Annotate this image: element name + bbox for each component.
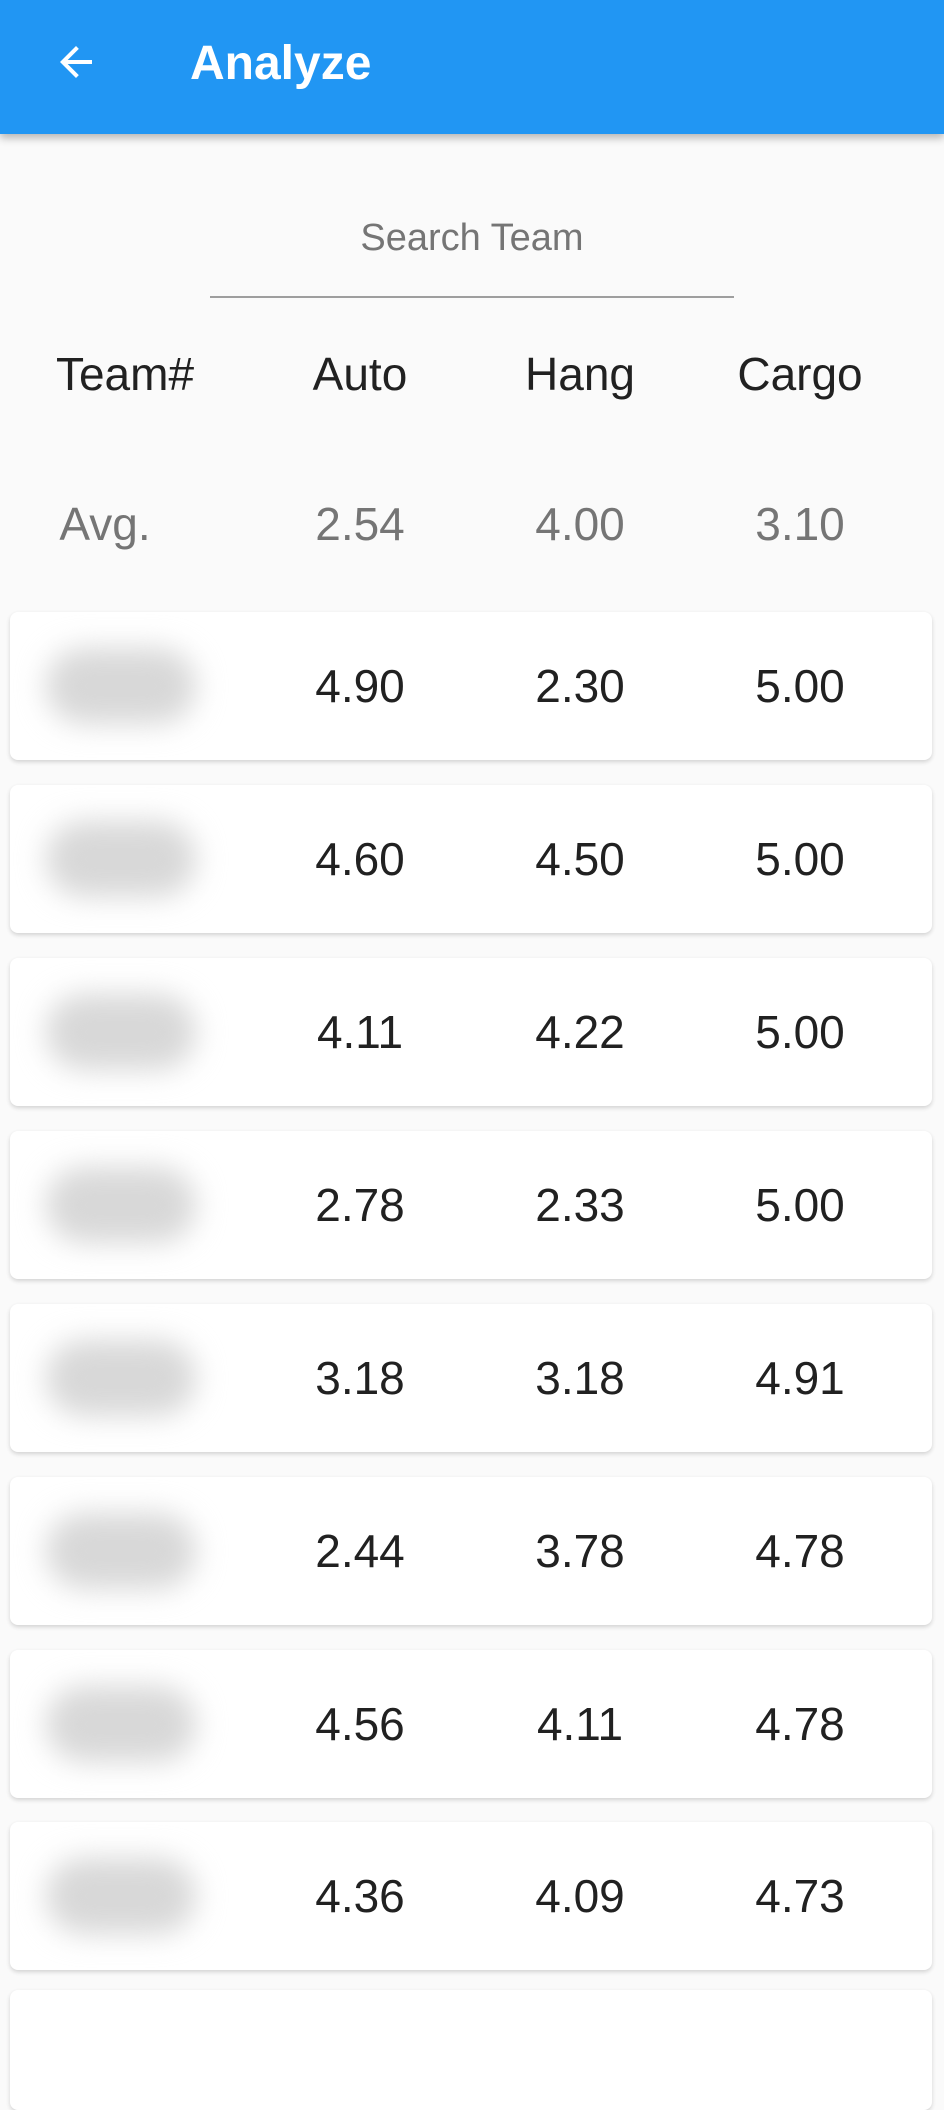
team-auto: 4.56 bbox=[315, 1698, 405, 1750]
team-cargo: 4.91 bbox=[755, 1352, 845, 1404]
team-hang: 3.78 bbox=[535, 1525, 625, 1577]
team-auto: 3.18 bbox=[315, 1352, 405, 1404]
team-row-card-partial[interactable] bbox=[10, 1990, 932, 2110]
team-auto: 2.44 bbox=[315, 1525, 405, 1577]
team-hang: 2.30 bbox=[535, 660, 625, 712]
team-number-redacted bbox=[46, 648, 196, 724]
team-auto: 4.60 bbox=[315, 833, 405, 885]
team-auto: 4.36 bbox=[315, 1870, 405, 1922]
team-row-card[interactable]: 4.56 4.11 4.78 bbox=[10, 1650, 932, 1798]
team-row-card[interactable]: 2.44 3.78 4.78 bbox=[10, 1477, 932, 1625]
page-title: Analyze bbox=[190, 37, 372, 90]
team-cargo: 4.73 bbox=[755, 1870, 845, 1922]
team-number-redacted bbox=[46, 1513, 196, 1589]
team-row-card[interactable]: 4.60 4.50 5.00 bbox=[10, 785, 932, 933]
header-auto: Auto bbox=[312, 348, 408, 400]
team-hang: 4.22 bbox=[535, 1006, 625, 1058]
team-row-card[interactable]: 4.11 4.22 5.00 bbox=[10, 958, 932, 1106]
team-auto: 4.11 bbox=[316, 1006, 404, 1058]
team-auto: 4.90 bbox=[315, 660, 405, 712]
back-button[interactable] bbox=[44, 30, 108, 94]
team-row-card[interactable]: 3.18 3.18 4.91 bbox=[10, 1304, 932, 1452]
average-label: Avg. bbox=[59, 498, 151, 550]
header-cargo: Cargo bbox=[737, 348, 863, 400]
average-hang: 4.00 bbox=[535, 498, 625, 550]
team-cargo: 5.00 bbox=[755, 1179, 845, 1231]
team-cargo: 4.78 bbox=[755, 1525, 845, 1577]
team-number-redacted bbox=[46, 994, 196, 1070]
team-number-redacted bbox=[46, 1858, 196, 1934]
search-field bbox=[210, 204, 734, 298]
team-number-redacted bbox=[46, 1686, 196, 1762]
team-row-card[interactable]: 2.78 2.33 5.00 bbox=[10, 1131, 932, 1279]
table-header: Team# Auto Hang Cargo bbox=[0, 344, 944, 404]
team-hang: 2.33 bbox=[535, 1179, 625, 1231]
team-row-card[interactable]: 4.90 2.30 5.00 bbox=[10, 612, 932, 760]
average-row: Avg. 2.54 4.00 3.10 bbox=[0, 494, 944, 554]
team-number-redacted bbox=[46, 1167, 196, 1243]
team-number-redacted bbox=[46, 1340, 196, 1416]
app-bar: Analyze bbox=[0, 0, 944, 134]
team-cargo: 5.00 bbox=[755, 1006, 845, 1058]
team-hang: 4.11 bbox=[536, 1698, 624, 1750]
team-hang: 4.50 bbox=[535, 833, 625, 885]
average-cargo: 3.10 bbox=[755, 498, 845, 550]
team-cargo: 4.78 bbox=[755, 1698, 845, 1750]
arrow-left-icon bbox=[60, 46, 92, 78]
team-cargo: 5.00 bbox=[755, 660, 845, 712]
header-team: Team# bbox=[55, 348, 195, 400]
team-hang: 3.18 bbox=[535, 1352, 625, 1404]
team-auto: 2.78 bbox=[315, 1179, 405, 1231]
team-number-redacted bbox=[46, 821, 196, 897]
header-hang: Hang bbox=[525, 348, 635, 400]
average-auto: 2.54 bbox=[315, 498, 405, 550]
team-hang: 4.09 bbox=[535, 1870, 625, 1922]
team-row-card[interactable]: 4.36 4.09 4.73 bbox=[10, 1822, 932, 1970]
search-input[interactable] bbox=[210, 204, 734, 272]
team-cargo: 5.00 bbox=[755, 833, 845, 885]
